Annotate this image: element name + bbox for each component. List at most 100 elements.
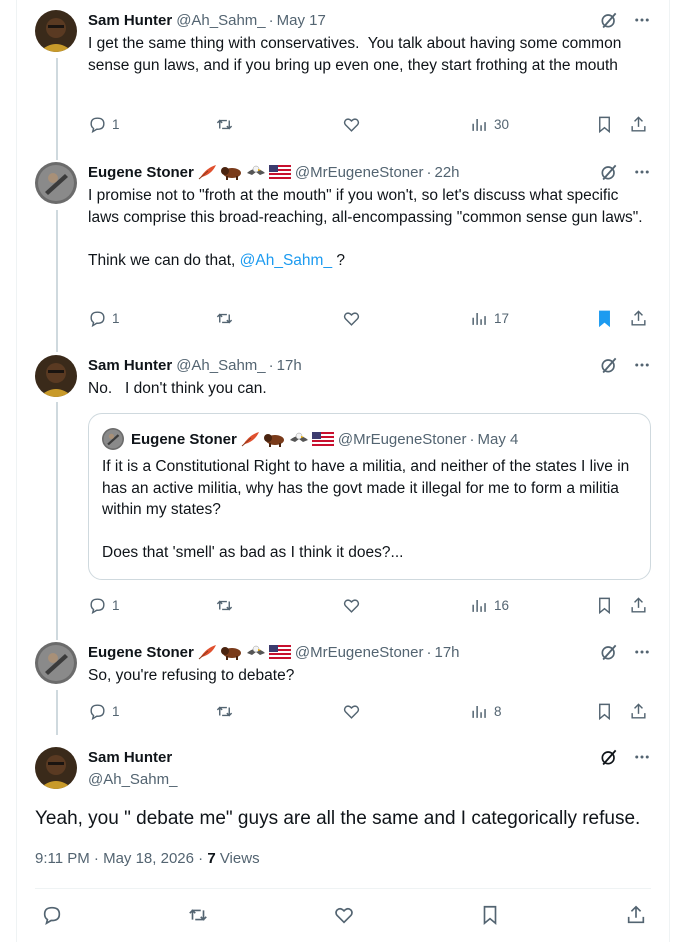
post-time[interactable]: 22h xyxy=(435,164,460,181)
like-icon xyxy=(343,117,360,132)
share-button[interactable] xyxy=(629,702,648,721)
quoted-avatar xyxy=(102,428,124,450)
bookmark-icon xyxy=(483,905,497,926)
like-button[interactable] xyxy=(333,904,355,926)
post-time[interactable]: 17h xyxy=(277,357,302,374)
bison-icon xyxy=(220,647,241,660)
share-button[interactable] xyxy=(625,904,647,926)
views-button[interactable]: 17 xyxy=(470,309,509,328)
separator-dot: · xyxy=(426,643,432,661)
grok-icon[interactable] xyxy=(599,10,619,30)
bison-icon xyxy=(220,167,241,180)
tweet[interactable]: Eugene Stoner @MrEugeneStoner · 17h So, … xyxy=(35,642,651,732)
bookmark-button[interactable] xyxy=(595,702,614,721)
reply-button[interactable]: 1 xyxy=(88,702,120,721)
views-count: 16 xyxy=(494,597,510,613)
avatar[interactable] xyxy=(35,747,77,789)
share-icon xyxy=(627,905,645,924)
author-handle[interactable]: @Ah_Sahm_ xyxy=(176,357,265,374)
share-icon xyxy=(631,596,646,613)
reply-button[interactable]: 1 xyxy=(88,309,120,328)
avatar[interactable] xyxy=(35,162,77,204)
bookmark-button[interactable] xyxy=(595,115,614,134)
avatar[interactable] xyxy=(35,10,77,52)
feather-icon xyxy=(198,645,216,660)
bookmark-button[interactable] xyxy=(595,309,614,328)
more-icon[interactable] xyxy=(633,643,651,661)
more-icon[interactable] xyxy=(633,356,651,374)
more-icon[interactable] xyxy=(633,748,651,766)
share-button[interactable] xyxy=(629,309,648,328)
grok-icon[interactable] xyxy=(599,642,619,662)
name-emojis xyxy=(198,643,291,661)
repost-button[interactable] xyxy=(215,115,234,134)
repost-button[interactable] xyxy=(187,904,209,926)
author-handle[interactable]: @Ah_Sahm_ xyxy=(88,771,177,788)
feather-icon xyxy=(198,165,216,180)
bookmark-icon xyxy=(599,597,610,614)
reply-icon xyxy=(90,310,105,327)
reply-button[interactable]: 1 xyxy=(88,596,120,615)
avatar[interactable] xyxy=(35,642,77,684)
share-button[interactable] xyxy=(629,115,648,134)
grok-icon[interactable] xyxy=(599,162,619,182)
bookmark-icon xyxy=(599,703,610,720)
bookmark-button[interactable] xyxy=(479,904,501,926)
repost-button[interactable] xyxy=(215,309,234,328)
views-button[interactable]: 8 xyxy=(470,702,502,721)
tweet[interactable]: Eugene Stoner @MrEugeneStoner · 22h I pr… xyxy=(35,162,651,342)
tweet-text-body: I promise not to "froth at the mouth" if… xyxy=(88,187,643,269)
share-button[interactable] xyxy=(629,596,648,615)
views-button[interactable]: 30 xyxy=(470,115,509,134)
views-count: 7 xyxy=(207,850,216,867)
author-handle[interactable]: @MrEugeneStoner xyxy=(295,644,424,661)
author-name[interactable]: Eugene Stoner xyxy=(88,644,194,661)
views-count: 17 xyxy=(494,310,510,326)
us-flag-icon xyxy=(311,432,334,446)
bookmark-button[interactable] xyxy=(595,596,614,615)
name-emojis xyxy=(241,430,334,448)
repost-button[interactable] xyxy=(215,596,234,615)
author-handle[interactable]: @Ah_Sahm_ xyxy=(176,12,265,29)
author-name[interactable]: Sam Hunter xyxy=(88,12,172,29)
author-name[interactable]: Sam Hunter xyxy=(88,357,172,374)
tweet-text: So, you're refusing to debate? xyxy=(88,667,295,684)
reply-button[interactable] xyxy=(41,904,63,926)
mention-link[interactable]: @Ah_Sahm_ xyxy=(240,252,332,269)
like-button[interactable] xyxy=(342,596,361,615)
views-button[interactable]: 16 xyxy=(470,596,509,615)
quoted-tweet[interactable]: Eugene Stoner @MrEugeneStoner · May 4 If… xyxy=(88,413,651,580)
more-icon[interactable] xyxy=(633,163,651,181)
like-button[interactable] xyxy=(342,309,361,328)
tweet-text-tail: ? xyxy=(332,251,346,269)
author-name[interactable]: Sam Hunter xyxy=(88,749,172,766)
reply-count: 1 xyxy=(112,310,120,326)
post-time[interactable]: 17h xyxy=(435,644,460,661)
separator-dot: · xyxy=(469,430,475,448)
separator-dot: · xyxy=(426,163,432,181)
repost-button[interactable] xyxy=(215,702,234,721)
reply-icon xyxy=(43,906,61,925)
author-name[interactable]: Eugene Stoner xyxy=(88,164,194,181)
tweet-text: No. I don't think you can. xyxy=(88,380,267,397)
separator-dot: · xyxy=(268,11,274,29)
share-icon xyxy=(631,115,646,132)
name-emojis xyxy=(198,163,291,181)
quoted-author-handle: @MrEugeneStoner xyxy=(337,430,467,448)
grok-icon[interactable] xyxy=(599,355,619,375)
like-icon xyxy=(343,311,360,326)
avatar[interactable] xyxy=(35,355,77,397)
grok-icon[interactable] xyxy=(599,747,619,767)
post-time[interactable]: May 17 xyxy=(277,12,326,29)
us-flag-icon xyxy=(268,165,291,179)
more-icon[interactable] xyxy=(633,11,651,29)
author-handle[interactable]: @MrEugeneStoner xyxy=(295,164,424,181)
reply-icon xyxy=(90,597,105,614)
reply-button[interactable]: 1 xyxy=(88,115,120,134)
tweet[interactable]: Sam Hunter @Ah_Sahm_ · May 17 I get the … xyxy=(35,10,651,140)
like-button[interactable] xyxy=(342,702,361,721)
timestamp[interactable]: 9:11 PM · May 18, 2026 · xyxy=(35,850,207,867)
tweet[interactable]: Sam Hunter @Ah_Sahm_ · 17h No. I don't t… xyxy=(35,355,651,625)
bookmark-icon xyxy=(599,116,610,133)
like-button[interactable] xyxy=(342,115,361,134)
